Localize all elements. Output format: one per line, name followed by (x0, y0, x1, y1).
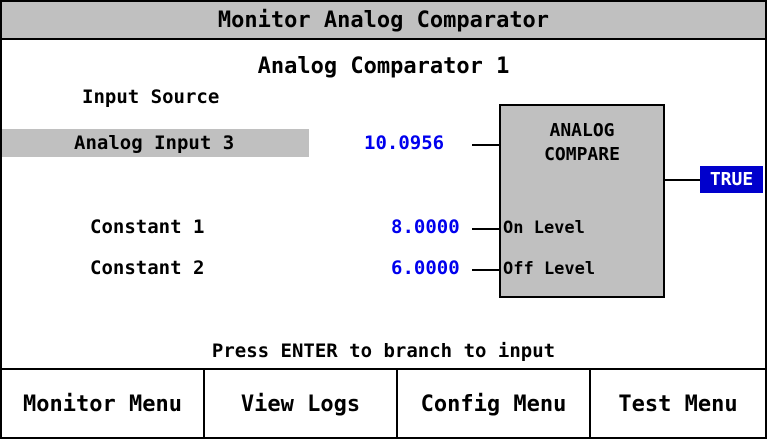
output-wire (663, 179, 700, 181)
block-title-line2: COMPARE (544, 144, 620, 165)
on-level-label: On Level (503, 218, 585, 238)
on-level-wire (472, 228, 499, 230)
constant-1-label[interactable]: Constant 1 (90, 216, 204, 238)
config-menu-button[interactable]: Config Menu (398, 370, 591, 437)
constant-2-value: 6.0000 (391, 257, 460, 279)
hmi-screen: Monitor Analog Comparator Analog Compara… (0, 0, 767, 439)
input-source-header: Input Source (82, 86, 220, 108)
hint-text: Press ENTER to branch to input (211, 340, 556, 362)
constant-2-label[interactable]: Constant 2 (90, 257, 204, 279)
test-menu-button[interactable]: Test Menu (591, 370, 765, 437)
comparator-title: Analog Comparator 1 (257, 54, 510, 79)
analog-input-value: 10.0956 (364, 132, 445, 154)
bottom-menu-bar: Monitor Menu View Logs Config Menu Test … (2, 368, 765, 437)
block-title-line1: ANALOG (549, 120, 615, 141)
constant-1-value: 8.0000 (391, 216, 460, 238)
off-level-label: Off Level (503, 259, 596, 279)
analog-compare-block: ANALOG COMPARE On Level Off Level (499, 104, 665, 298)
view-logs-button[interactable]: View Logs (205, 370, 398, 437)
monitor-menu-button[interactable]: Monitor Menu (2, 370, 205, 437)
off-level-wire (472, 269, 499, 271)
analog-input-label[interactable]: Analog Input 3 (74, 132, 234, 154)
window-title: Monitor Analog Comparator (2, 2, 765, 40)
output-status-badge: TRUE (700, 166, 763, 193)
analog-input-wire (472, 144, 499, 146)
